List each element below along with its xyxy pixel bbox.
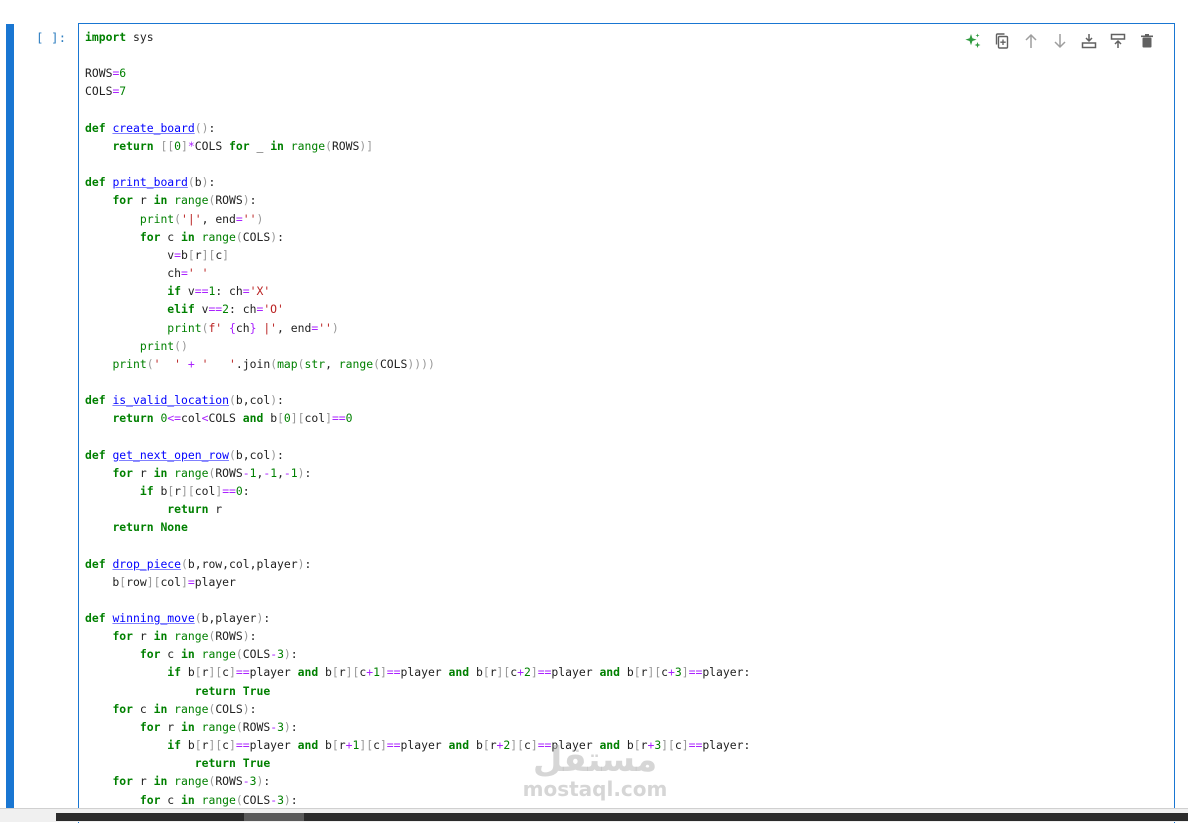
- code-line[interactable]: print(' ' + ' '.join(map(str, range(COLS…: [85, 357, 434, 371]
- arrow-down-icon[interactable]: [1048, 30, 1071, 52]
- watermark-text: mostaql.com: [522, 777, 668, 801]
- taskbar: [56, 813, 1188, 821]
- code-editor[interactable]: import sys ROWS=6 COLS=7 def create_boar…: [78, 23, 1175, 823]
- sparkle-icon[interactable]: [961, 30, 984, 52]
- code-line[interactable]: if b[r][col]==0:: [85, 484, 250, 498]
- code-line[interactable]: elif v==2: ch='O': [85, 302, 284, 316]
- code-line[interactable]: for r in range(ROWS-3):: [85, 774, 270, 788]
- code-line[interactable]: for c in range(COLS):: [85, 230, 284, 244]
- watermark: مستقل mostaql.com: [520, 742, 670, 800]
- code-line[interactable]: for c in range(COLS-3):: [85, 647, 298, 661]
- watermark-logo: مستقل: [532, 740, 658, 780]
- code-line[interactable]: import sys: [85, 30, 154, 44]
- insert-above-icon[interactable]: [1077, 30, 1100, 52]
- duplicate-icon[interactable]: [990, 30, 1013, 52]
- code-line[interactable]: def create_board():: [85, 121, 215, 135]
- code-line[interactable]: v=b[r][c]: [85, 248, 229, 262]
- arrow-up-icon[interactable]: [1019, 30, 1042, 52]
- trash-icon[interactable]: [1135, 30, 1158, 52]
- code-line[interactable]: for r in range(ROWS-1,-1,-1):: [85, 466, 311, 480]
- code-line[interactable]: def print_board(b):: [85, 175, 215, 189]
- code-line[interactable]: ch=' ': [85, 266, 208, 280]
- code-line[interactable]: def get_next_open_row(b,col):: [85, 448, 284, 462]
- code-line[interactable]: for r in range(ROWS):: [85, 629, 256, 643]
- code-line[interactable]: for c in range(COLS):: [85, 702, 256, 716]
- code-line[interactable]: return [[0]*COLS for _ in range(ROWS)]: [85, 139, 373, 153]
- code-line[interactable]: return r: [85, 502, 222, 516]
- code-line[interactable]: COLS=7: [85, 84, 126, 98]
- code-line[interactable]: if b[r][c]==player and b[r][c+1]==player…: [85, 665, 750, 679]
- code-line[interactable]: def drop_piece(b,row,col,player):: [85, 557, 311, 571]
- code-line[interactable]: def is_valid_location(b,col):: [85, 393, 284, 407]
- notebook-header-space: [0, 0, 1188, 20]
- code-line[interactable]: b[row][col]=player: [85, 575, 235, 589]
- code-content[interactable]: import sys ROWS=6 COLS=7 def create_boar…: [79, 24, 1174, 809]
- cell-toolbar: [961, 30, 1158, 52]
- code-line[interactable]: def winning_move(b,player):: [85, 611, 270, 625]
- code-line[interactable]: return True: [85, 684, 270, 698]
- code-line[interactable]: print(f' {ch} |', end=''): [85, 321, 338, 335]
- insert-below-icon[interactable]: [1106, 30, 1129, 52]
- code-line[interactable]: ROWS=6: [85, 66, 126, 80]
- code-line[interactable]: print('|', end=''): [85, 212, 263, 226]
- code-line[interactable]: print(): [85, 339, 188, 353]
- code-cell[interactable]: [ ]: import sys ROWS=6 COLS=7 def create…: [0, 20, 1188, 823]
- code-line[interactable]: for r in range(ROWS):: [85, 193, 256, 207]
- code-line[interactable]: return None: [85, 520, 187, 534]
- code-line[interactable]: for r in range(ROWS-3):: [85, 720, 298, 734]
- execution-prompt: [ ]:: [36, 30, 67, 45]
- code-line[interactable]: for c in range(COLS-3):: [85, 793, 298, 807]
- taskbar-item[interactable]: [244, 813, 304, 821]
- code-line[interactable]: if v==1: ch='X': [85, 284, 270, 298]
- active-cell-indicator[interactable]: [6, 24, 14, 812]
- code-line[interactable]: return 0<=col<COLS and b[0][col]==0: [85, 411, 352, 425]
- code-line[interactable]: return True: [85, 756, 270, 770]
